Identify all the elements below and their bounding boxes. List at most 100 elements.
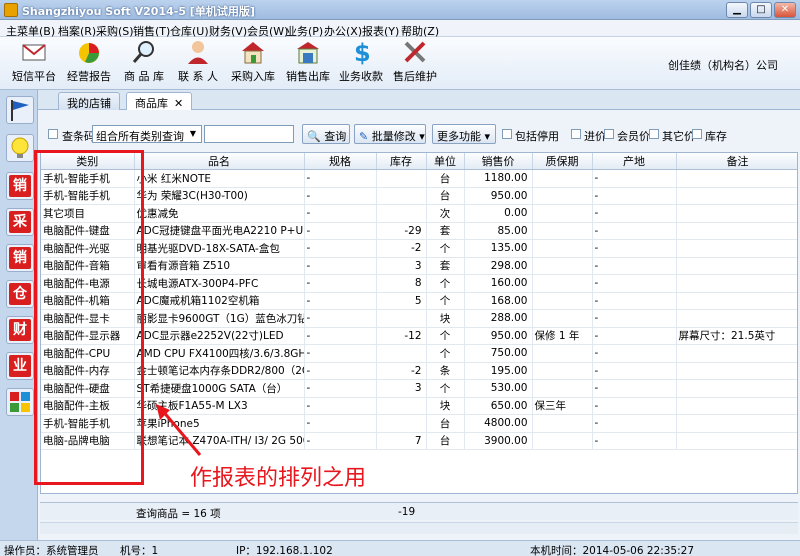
tab-product-library[interactable]: 商品库 ✕: [126, 92, 193, 110]
other-price-checkbox[interactable]: [649, 129, 659, 139]
more-label: 更多功能: [437, 130, 481, 143]
column-header[interactable]: 单位: [426, 153, 465, 170]
table-cell: 块: [426, 309, 465, 328]
table-cell: -: [304, 397, 377, 415]
table-row[interactable]: 电脑配件-键盘ADC冠捷键盘平面光电A2210 P+U（套）--29套85.00…: [41, 222, 797, 240]
table-cell: -: [304, 309, 377, 328]
batch-edit-button[interactable]: ✎ 批量修改 ▾: [354, 124, 426, 144]
close-icon[interactable]: ✕: [174, 97, 183, 110]
sidebar-sell[interactable]: 销: [6, 244, 34, 272]
sidebar-business[interactable]: 业: [6, 352, 34, 380]
table-cell: [376, 187, 427, 205]
table-cell: 个: [426, 344, 465, 363]
query-button[interactable]: 🔍 查询: [302, 124, 350, 144]
sidebar-finance[interactable]: 财: [6, 316, 34, 344]
table-cell: [676, 414, 797, 433]
table-row[interactable]: 电脑配件-内存金士顿笔记本内存条DDR2/800（2G）正--2条195.00-: [41, 362, 797, 380]
tools-icon: [404, 41, 426, 63]
status-operator: 操作员：系统管理员: [4, 545, 99, 556]
sidebar-flag[interactable]: [6, 96, 34, 124]
app-icon: [4, 3, 18, 17]
search-icon: 🔍: [307, 130, 321, 143]
purchase-price-checkbox[interactable]: [571, 129, 581, 139]
search-input[interactable]: [204, 125, 294, 143]
sidebar-purchase[interactable]: 采: [6, 208, 34, 236]
magnifier-icon: [132, 41, 154, 63]
table-cell: -: [592, 222, 677, 240]
contacts-button[interactable]: 联 系 人: [176, 39, 220, 87]
table-row[interactable]: 电脑配件-音箱 审看有源音箱 Z510-3 套 298.00-: [41, 257, 797, 275]
table-cell: 保修 1 年: [532, 327, 593, 345]
table-row[interactable]: 电脑配件-CPUAMD CPU FX4100四核/3.6/3.8GHz/AM-个…: [41, 344, 797, 363]
summary-count: 查询商品 = 16 项: [136, 508, 221, 520]
table-row[interactable]: 手机-智能手机 华为 荣耀3C(H30-T00) - 台 950.00-: [41, 187, 797, 205]
table-row[interactable]: 电脑配件-显示器 ADC显示器e2252V(22寸)LED - -12 个 950.00 保…: [41, 327, 797, 345]
include-disabled-checkbox[interactable]: [502, 129, 512, 139]
minimize-button[interactable]: ▁: [726, 2, 748, 18]
table-row[interactable]: 手机-智能手机 小米 红米NOTE - 台 1180.00-: [41, 169, 797, 188]
table-cell: 套: [426, 257, 465, 275]
table-row[interactable]: 电脑配件-光驱 明基光驱DVD-18X-SATA-盒包 - -2 个 135.00-: [41, 239, 797, 258]
table-cell: 298.00: [464, 257, 533, 275]
status-bar: 操作员：系统管理员 机号：1 IP：192.168.1.102 本机时间：201…: [0, 540, 800, 556]
table-cell: -: [304, 239, 377, 258]
sms-platform-button[interactable]: 短信平台: [12, 39, 56, 87]
table-cell: -: [592, 274, 677, 293]
business-collection-button[interactable]: $ 业务收款: [338, 39, 384, 87]
table-cell: 950.00: [464, 187, 533, 205]
table-row[interactable]: 电脑配件-显卡丽影显卡9600GT（1G）蓝色冰刀钻石版-块288.00-: [41, 309, 797, 328]
flag-icon: [11, 100, 29, 121]
column-header[interactable]: 品名: [134, 153, 305, 170]
tab-my-store[interactable]: 我的店铺: [58, 92, 120, 110]
table-cell: -: [592, 344, 677, 363]
close-button[interactable]: ✕: [774, 2, 796, 18]
maximize-button[interactable]: □: [750, 2, 772, 18]
table-cell: -: [304, 327, 377, 345]
sidebar-plugin[interactable]: [6, 388, 34, 416]
table-cell: -: [592, 379, 677, 398]
column-header[interactable]: 产地: [592, 153, 677, 170]
table-row[interactable]: 电脑配件-电源 长城电源ATX-300P4-PFC -8 个 160.00-: [41, 274, 797, 293]
column-header[interactable]: 销售价: [464, 153, 533, 170]
table-cell: -: [304, 414, 377, 433]
status-time: 本机时间：2014-05-06 22:35:27: [530, 545, 695, 556]
table-cell: [532, 187, 593, 205]
sidebar-sales[interactable]: 销: [6, 172, 34, 200]
product-library-button[interactable]: 商 品 库: [122, 39, 166, 87]
table-cell: [676, 379, 797, 398]
stock-checkbox[interactable]: [692, 129, 702, 139]
table-row[interactable]: 电脑配件-硬盘 ST希捷硬盘1000G SATA（台） -3 个 530.00-: [41, 379, 797, 398]
table-cell: -: [304, 187, 377, 205]
after-sales-button[interactable]: 售后维护: [392, 39, 438, 87]
filter-label: 其它价: [662, 130, 695, 143]
purchase-inbound-button[interactable]: 采购入库: [228, 39, 278, 87]
table-cell: [676, 257, 797, 275]
filter-label: 进价: [584, 130, 606, 143]
column-header[interactable]: 库存: [376, 153, 427, 170]
sidebar-warehouse[interactable]: 仓: [6, 280, 34, 308]
table-cell: [532, 204, 593, 223]
table-cell: 168.00: [464, 292, 533, 310]
table-cell: 个: [426, 292, 465, 310]
column-header[interactable]: 规格: [304, 153, 377, 170]
pie-chart-icon: [79, 43, 99, 63]
barcode-checkbox[interactable]: [48, 129, 58, 139]
business-report-button[interactable]: 经营报告: [66, 39, 112, 87]
category-select[interactable]: 组合所有类别查询 ▼: [92, 125, 202, 143]
sidebar-idea[interactable]: [6, 134, 34, 162]
horizontal-scrollbar[interactable]: [40, 522, 798, 534]
column-header[interactable]: 质保期: [532, 153, 593, 170]
table-cell: -12: [376, 327, 427, 345]
more-functions-button[interactable]: 更多功能 ▾: [432, 124, 496, 144]
column-header[interactable]: 备注: [676, 153, 797, 170]
table-cell: [532, 432, 593, 450]
table-cell: -: [304, 362, 377, 380]
table-cell: -: [304, 379, 377, 398]
sales-outbound-button[interactable]: 销售出库: [283, 39, 333, 87]
table-cell: 台: [426, 432, 465, 450]
table-row[interactable]: 其它项目 优惠减免 - 次 0.00-: [41, 204, 797, 223]
member-price-checkbox[interactable]: [604, 129, 614, 139]
table-row[interactable]: 电脑配件-机箱 ADC魔戒机箱1102空机箱 -5 个 168.00-: [41, 292, 797, 310]
table-cell: [676, 187, 797, 205]
table-cell: 个: [426, 274, 465, 293]
